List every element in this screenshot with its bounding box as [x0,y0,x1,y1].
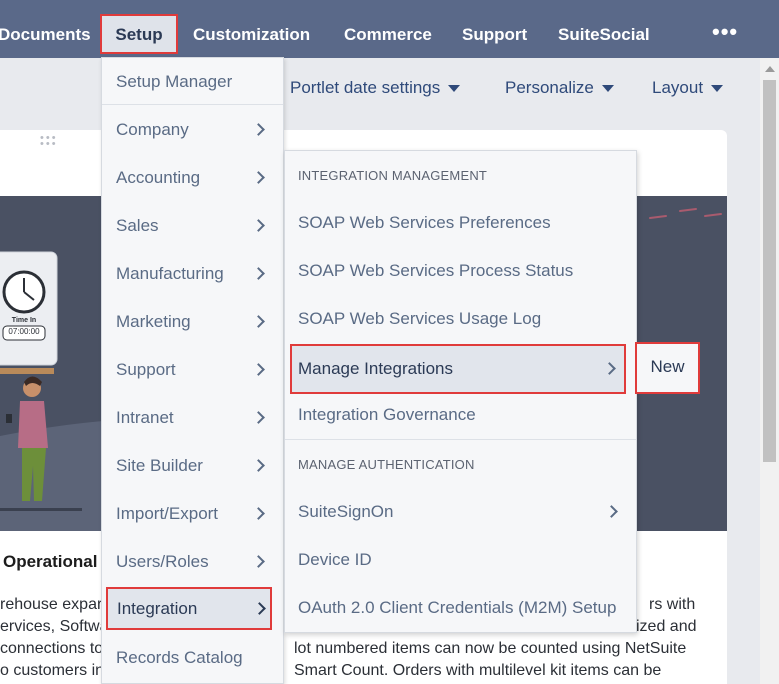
caret-down-icon [711,85,724,93]
menu-item-integration-governance[interactable]: Integration Governance [298,403,476,427]
nav-support[interactable]: Support [462,15,527,55]
personalize-menu[interactable]: Personalize [505,76,614,100]
body-text-left-1: rehouse expar [0,596,103,613]
menu-item-marketing[interactable]: Marketing [102,298,283,346]
nav-suitesocial[interactable]: SuiteSocial [558,15,650,55]
body-text-right-3: lot numbered items can now be counted us… [294,640,687,657]
chevron-right-icon [252,267,265,280]
menu-item-suitesignon-row[interactable]: SuiteSignOn [285,500,636,524]
menu-item-setup-manager[interactable]: Setup Manager [102,58,283,106]
menu-item-import-export[interactable]: Import/Export [102,490,283,538]
menu-item-label: Integration [117,599,198,618]
chevron-right-icon [252,171,265,184]
nav-documents[interactable]: Documents [0,15,91,55]
menu-item-new-integration[interactable]: New [635,342,700,394]
menu-item-label: Site Builder [116,456,203,475]
clock-time: 07:00:00 [8,327,40,336]
menu-item-label: Support [116,360,176,379]
drag-handle-icon[interactable]: ••• ••• [40,133,58,150]
menu-item-label: Marketing [116,312,191,331]
menu-item-label: Import/Export [116,504,219,523]
menu-item-records-catalog[interactable]: Records Catalog [102,634,283,682]
layout-label: Layout [652,78,704,97]
scroll-up-arrow-icon[interactable] [765,66,775,72]
body-text-right-2: ized and [636,618,697,635]
menu-item-label: Company [116,120,189,139]
portlet-date-settings-label: Portlet date settings [290,78,441,97]
body-text-left-4: o customers in [0,662,105,679]
page-scrollbar[interactable] [760,58,779,684]
section-header-integration-management: INTEGRATION MANAGEMENT [298,168,488,183]
top-navbar: Documents Setup Customization Commerce S… [0,0,779,58]
chevron-right-icon [252,411,265,424]
scroll-thumb[interactable] [763,80,776,462]
menu-item-users-roles[interactable]: Users/Roles [102,538,283,586]
menu-item-soap-process-status[interactable]: SOAP Web Services Process Status [298,259,573,283]
chevron-right-icon [253,601,266,615]
more-icon[interactable]: ••• [712,14,740,54]
menu-item-device-id[interactable]: Device ID [298,548,372,572]
menu-item-soap-preferences[interactable]: SOAP Web Services Preferences [298,211,551,235]
chevron-right-icon [603,362,616,375]
caret-down-icon [448,85,461,93]
chevron-right-icon [252,123,265,136]
menu-item-sales[interactable]: Sales [102,202,283,250]
layout-menu[interactable]: Layout [652,76,724,100]
nav-customization[interactable]: Customization [193,15,310,55]
body-text-left-3: connections to [0,640,104,657]
menu-item-label: Intranet [116,408,174,427]
menu-item-oauth-m2m-setup[interactable]: OAuth 2.0 Client Credentials (M2M) Setup [298,596,616,620]
menu-item-company[interactable]: Company [102,106,283,154]
menu-item-site-builder[interactable]: Site Builder [102,442,283,490]
chevron-right-icon [252,315,265,328]
menu-item-label: Manufacturing [116,264,224,283]
menu-item-label: Sales [116,216,159,235]
menu-item-suitesignon[interactable]: SuiteSignOn [298,500,393,524]
menu-item-manufacturing[interactable]: Manufacturing [102,250,283,298]
nav-commerce[interactable]: Commerce [344,15,432,55]
clock-label: Time In [11,317,37,324]
menu-item-label: Users/Roles [116,552,209,571]
portlet-date-settings-menu[interactable]: Portlet date settings [290,76,461,100]
menu-item-intranet[interactable]: Intranet [102,394,283,442]
menu-divider [285,439,636,440]
chevron-right-icon [605,505,618,518]
menu-item-integration[interactable]: Integration [106,587,272,630]
caret-down-icon [601,85,614,93]
menu-item-label: Records Catalog [116,648,243,667]
chevron-right-icon [252,507,265,520]
menu-item-label: Manage Integrations [298,359,453,378]
menu-item-label: Setup Manager [116,72,233,91]
menu-item-soap-usage-log[interactable]: SOAP Web Services Usage Log [298,307,541,331]
section-header-manage-authentication: MANAGE AUTHENTICATION [298,457,475,472]
portlet-heading: Operational [3,552,98,571]
chevron-right-icon [252,555,265,568]
chevron-right-icon [252,363,265,376]
nav-setup[interactable]: Setup [100,14,178,54]
menu-divider [102,104,283,105]
personalize-label: Personalize [505,78,594,97]
body-text-right-1: rs with [649,596,696,613]
body-text-left-2: ervices, Softwa [0,618,109,635]
body-text-right-4: Smart Count. Orders with multilevel kit … [294,662,662,679]
menu-item-support[interactable]: Support [102,346,283,394]
chevron-right-icon [252,219,265,232]
menu-item-label: Accounting [116,168,201,187]
menu-item-manage-integrations[interactable]: Manage Integrations [290,344,626,394]
chevron-right-icon [252,459,265,472]
menu-item-accounting[interactable]: Accounting [102,154,283,202]
